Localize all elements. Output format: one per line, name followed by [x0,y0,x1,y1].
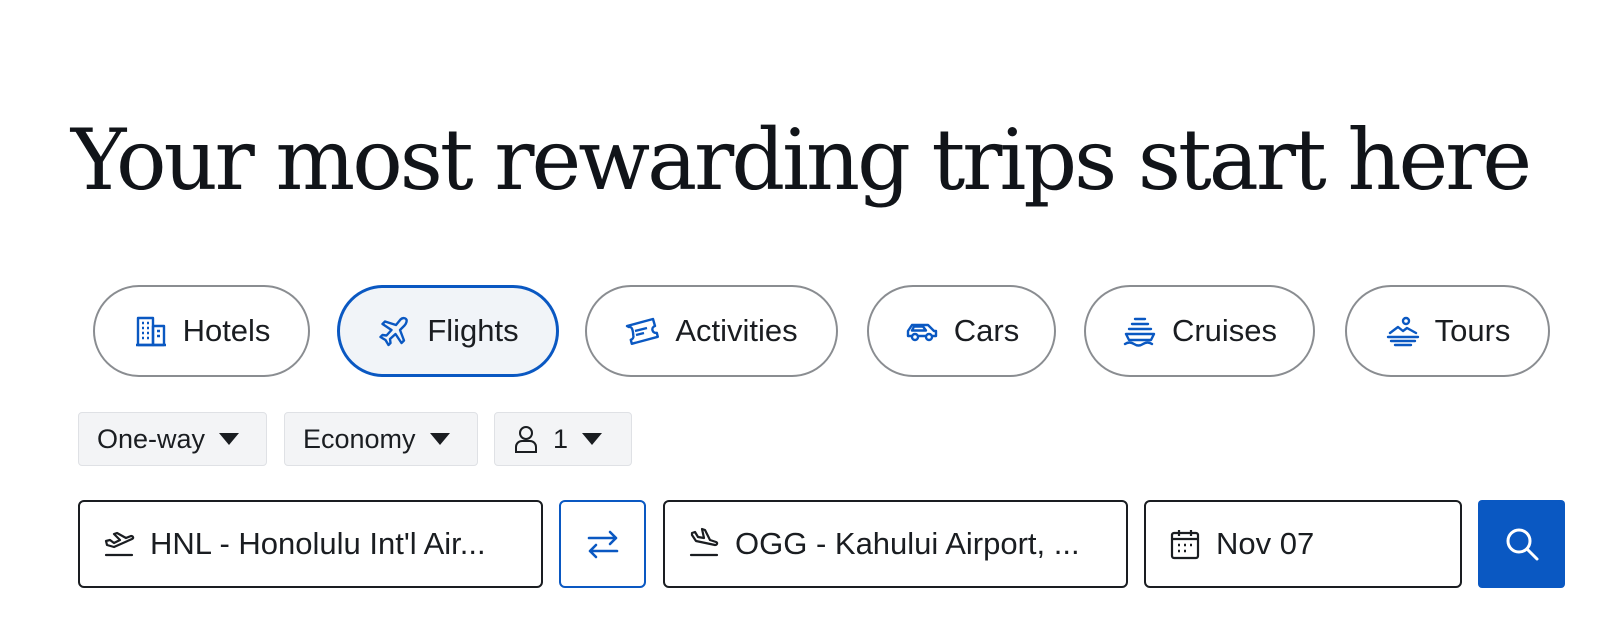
takeoff-icon [102,527,136,561]
tab-cruises[interactable]: Cruises [1084,285,1315,377]
search-icon [1502,524,1542,564]
origin-input[interactable]: HNL - Honolulu Int'l Air... [78,500,543,588]
calendar-icon [1168,527,1202,561]
cabin-class-value: Economy [303,423,416,454]
page-headline: Your most rewarding trips start here [70,111,1532,209]
tab-label: Tours [1434,313,1511,348]
travelers-dropdown[interactable]: 1 [494,412,632,466]
trip-type-dropdown[interactable]: One-way [78,412,267,466]
ship-icon [1122,313,1158,349]
car-icon [904,313,940,349]
cabin-class-dropdown[interactable]: Economy [284,412,478,466]
tab-hotels[interactable]: Hotels [93,285,310,377]
tab-label: Cruises [1171,313,1278,348]
swap-icon [583,524,623,564]
tab-label: Cars [953,313,1020,348]
caret-down-icon [429,433,450,445]
product-tabs: Hotels Flights Activities Cars Cruises T… [0,285,1600,381]
trip-type-value: One-way [97,423,206,454]
search-button[interactable] [1478,500,1565,588]
swap-button[interactable] [559,500,646,588]
tab-label: Activities [675,313,798,348]
tab-flights[interactable]: Flights [337,285,559,377]
tab-activities[interactable]: Activities [585,285,838,377]
date-input[interactable]: Nov 07 [1144,500,1462,588]
tour-icon [1385,313,1421,349]
destination-input[interactable]: OGG - Kahului Airport, ... [663,500,1128,588]
caret-down-icon [219,433,240,445]
ticket-icon [625,313,661,349]
destination-value: OGG - Kahului Airport, ... [735,526,1080,561]
hotel-icon [133,313,169,349]
plane-icon [377,313,413,349]
tab-tours[interactable]: Tours [1345,285,1550,377]
landing-icon [687,527,721,561]
tab-label: Flights [427,313,519,348]
tab-label: Hotels [182,313,271,348]
travelers-count: 1 [553,423,569,454]
date-value: Nov 07 [1216,526,1315,561]
caret-down-icon [582,433,603,445]
tab-cars[interactable]: Cars [867,285,1056,377]
origin-value: HNL - Honolulu Int'l Air... [150,526,486,561]
person-icon [513,424,539,454]
